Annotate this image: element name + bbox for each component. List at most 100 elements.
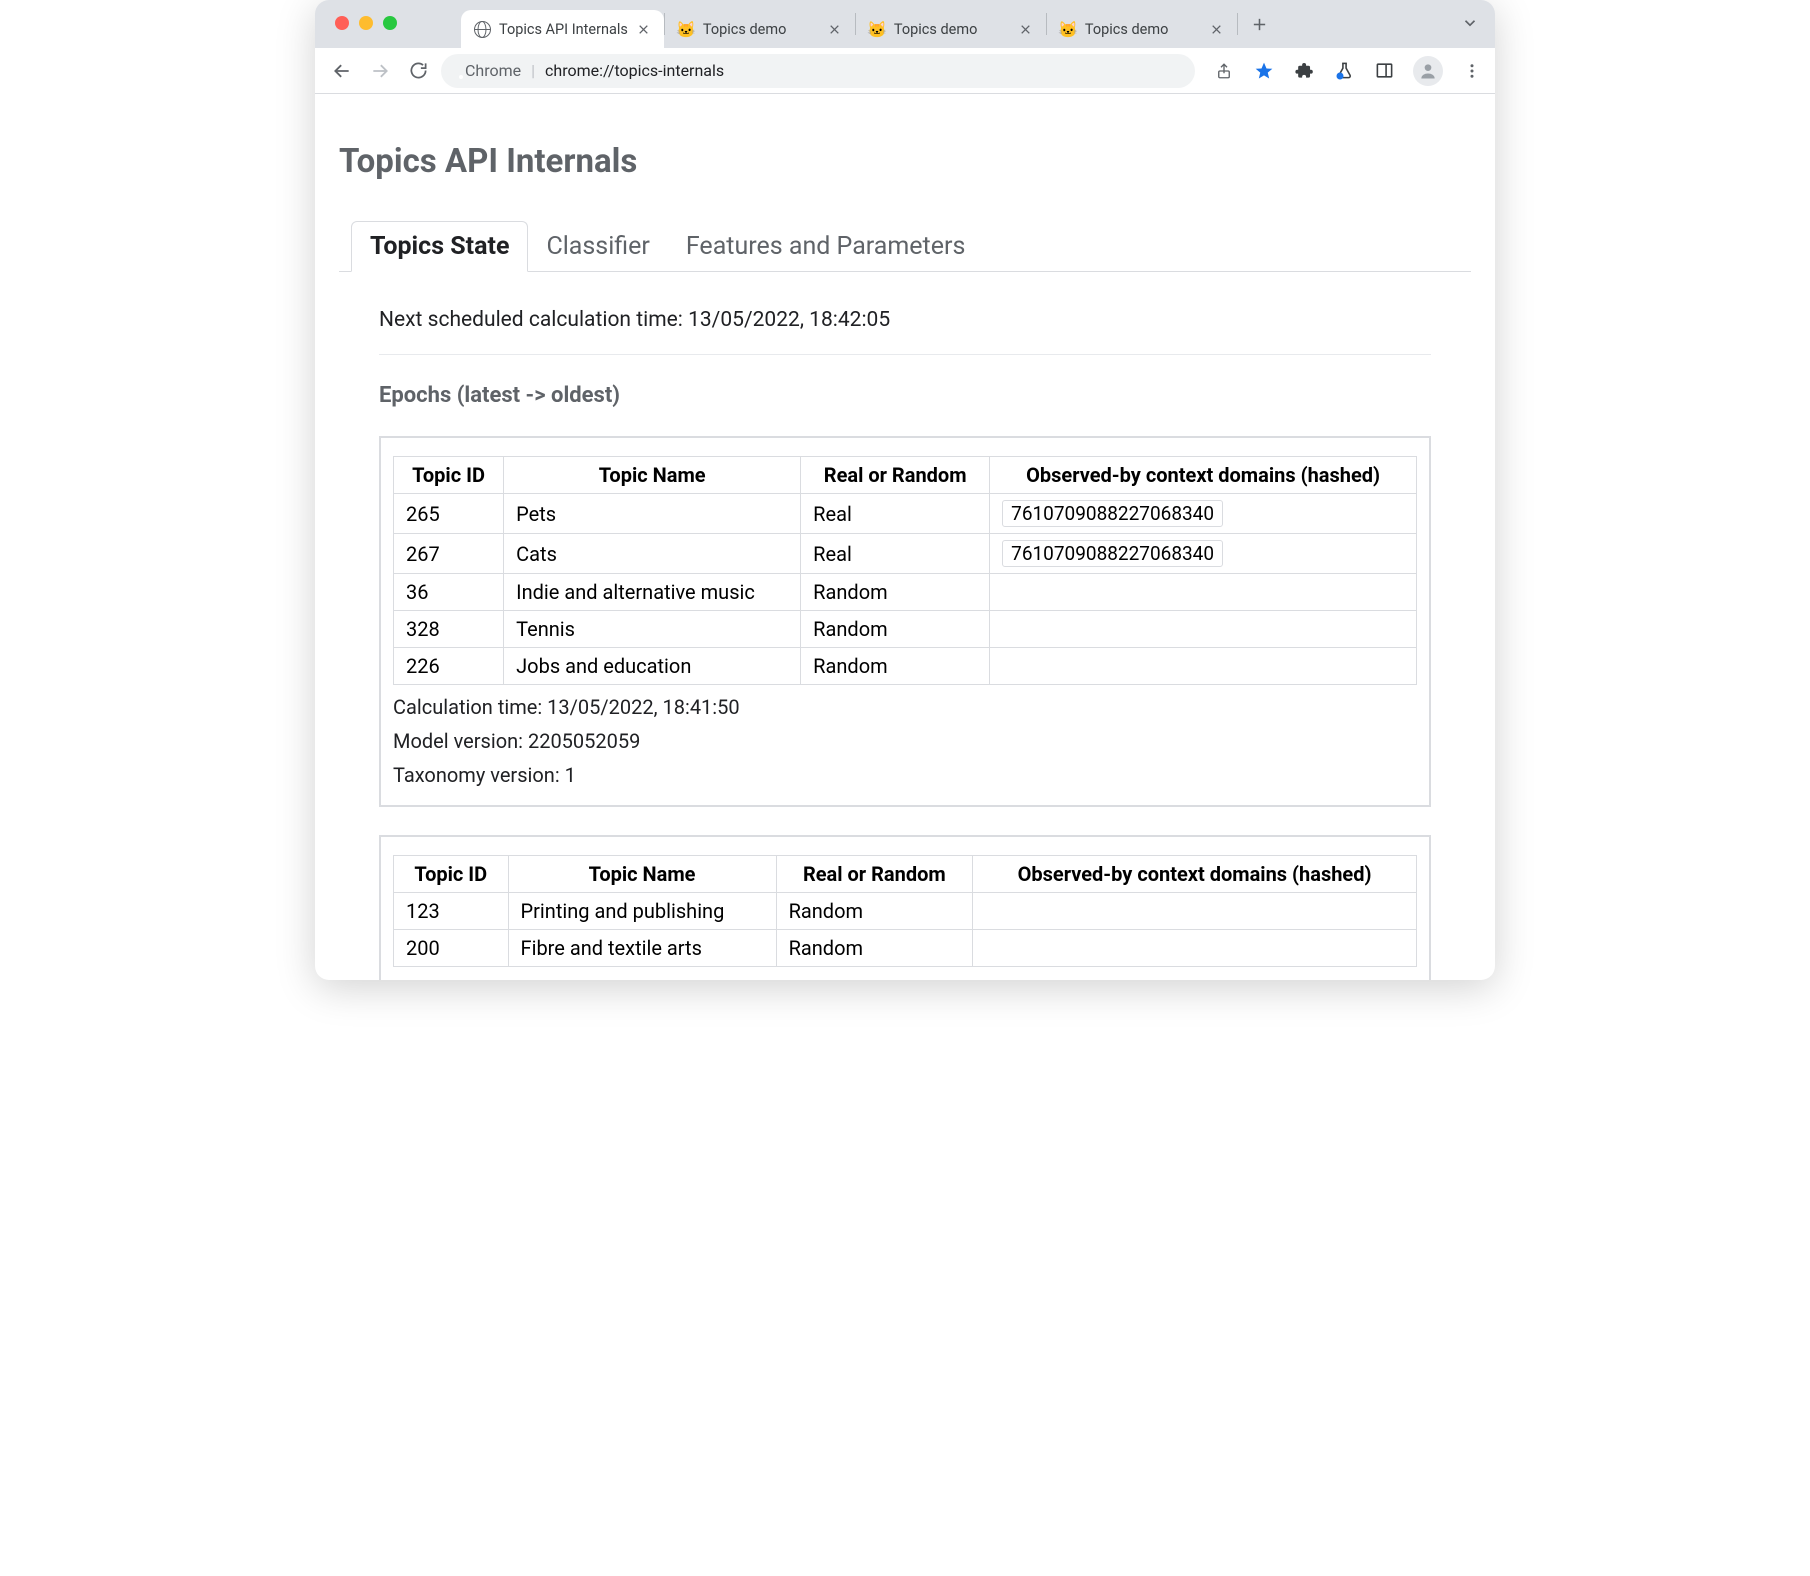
cell-topic-name: Jobs and education — [504, 648, 801, 685]
cell-topic-id: 267 — [394, 534, 504, 574]
bookmark-star-icon[interactable] — [1253, 60, 1275, 82]
cell-topic-name: Indie and alternative music — [504, 574, 801, 611]
page-tab-topics-state[interactable]: Topics State — [351, 221, 528, 272]
cell-topic-id: 328 — [394, 611, 504, 648]
cell-observed-domains — [990, 648, 1417, 685]
browser-tab[interactable]: 🐱Topics demo — [856, 10, 1046, 48]
window-controls — [335, 16, 397, 30]
table-row: 267CatsReal 7610709088227068340 — [394, 534, 1417, 574]
hash-chip: 7610709088227068340 — [1002, 540, 1223, 567]
table-row: 226Jobs and educationRandom — [394, 648, 1417, 685]
toolbar-actions — [1213, 56, 1483, 86]
table-row: 265PetsReal 7610709088227068340 — [394, 494, 1417, 534]
table-row: 328TennisRandom — [394, 611, 1417, 648]
close-tab-icon[interactable] — [1018, 21, 1034, 37]
minimize-window-button[interactable] — [359, 16, 373, 30]
kebab-menu-icon[interactable] — [1461, 60, 1483, 82]
sidepanel-icon[interactable] — [1373, 60, 1395, 82]
column-header: Topic ID — [394, 856, 509, 893]
page-tab-classifier[interactable]: Classifier — [528, 222, 667, 271]
epoch-box: Topic IDTopic NameReal or RandomObserved… — [379, 835, 1431, 980]
cell-topic-name: Tennis — [504, 611, 801, 648]
browser-tab[interactable]: Topics API Internals — [461, 10, 664, 48]
address-bar[interactable]: Chrome | chrome://topics-internals — [441, 54, 1195, 88]
tab-title: Topics API Internals — [499, 21, 628, 38]
close-tab-icon[interactable] — [636, 21, 652, 37]
calc-time: Calculation time: 13/05/2022, 18:41:50 — [393, 695, 1417, 719]
cell-observed-domains — [990, 611, 1417, 648]
page-title: Topics API Internals — [339, 142, 1471, 181]
extensions-icon[interactable] — [1293, 60, 1315, 82]
cell-observed-domains: 7610709088227068340 — [990, 494, 1417, 534]
omnibox-url: chrome://topics-internals — [545, 61, 724, 80]
cell-topic-id: 123 — [394, 893, 509, 930]
hash-chip: 7610709088227068340 — [1002, 500, 1223, 527]
omnibox-prefix: Chrome — [465, 61, 521, 80]
topics-table: Topic IDTopic NameReal or RandomObserved… — [393, 855, 1417, 967]
forward-button[interactable] — [365, 56, 395, 86]
cell-real-or-random: Random — [776, 893, 973, 930]
titlebar: Topics API Internals 🐱 Topics demo 🐱 Topics … — [315, 0, 1495, 48]
cell-real-or-random: Random — [801, 611, 990, 648]
toolbar: Chrome | chrome://topics-internals — [315, 48, 1495, 94]
tab-divider — [1237, 13, 1238, 35]
cell-observed-domains — [973, 893, 1417, 930]
page-content: Topics API Internals Topics StateClassif… — [315, 94, 1495, 980]
table-row: 123Printing and publishingRandom — [394, 893, 1417, 930]
back-button[interactable] — [327, 56, 357, 86]
close-tab-icon[interactable] — [827, 21, 843, 37]
browser-tab[interactable]: 🐱 Topics demo — [1047, 10, 1237, 48]
column-header: Real or Random — [776, 856, 973, 893]
column-header: Topic ID — [394, 457, 504, 494]
labs-icon[interactable] — [1333, 60, 1355, 82]
cell-real-or-random: Real — [801, 494, 990, 534]
fullscreen-window-button[interactable] — [383, 16, 397, 30]
column-header: Topic Name — [504, 457, 801, 494]
cell-real-or-random: Random — [776, 930, 973, 967]
model-version: Model version: 2205052059 — [393, 729, 1417, 753]
reload-button[interactable] — [403, 56, 433, 86]
cell-observed-domains: 7610709088227068340 — [990, 534, 1417, 574]
browser-window: Topics API Internals 🐱 Topics demo 🐱 Topics … — [315, 0, 1495, 980]
column-header: Topic Name — [508, 856, 776, 893]
column-header: Real or Random — [801, 457, 990, 494]
next-calc-time: Next scheduled calculation time: 13/05/2… — [379, 308, 1431, 332]
table-row: 200Fibre and textile artsRandom — [394, 930, 1417, 967]
cat-favicon-icon: 🐱 — [1059, 20, 1077, 38]
cell-topic-id: 36 — [394, 574, 504, 611]
cell-observed-domains — [990, 574, 1417, 611]
page-tabs: Topics StateClassifierFeatures and Param… — [339, 221, 1471, 272]
cell-real-or-random: Real — [801, 534, 990, 574]
cell-topic-name: Pets — [504, 494, 801, 534]
cell-topic-name: Cats — [504, 534, 801, 574]
cell-topic-id: 200 — [394, 930, 509, 967]
topics-state-panel: Next scheduled calculation time: 13/05/2… — [339, 272, 1471, 980]
taxonomy-version: Taxonomy version: 1 — [393, 763, 1417, 787]
browser-tab[interactable]: 🐱 Topics demo — [665, 10, 855, 48]
page-tab-features-and-parameters[interactable]: Features and Parameters — [668, 222, 984, 271]
cell-topic-name: Fibre and textile arts — [508, 930, 776, 967]
cell-topic-name: Printing and publishing — [508, 893, 776, 930]
close-window-button[interactable] — [335, 16, 349, 30]
tab-strip: Topics API Internals 🐱 Topics demo 🐱 Topics … — [461, 0, 1495, 48]
cat-favicon-icon: 🐱 — [677, 20, 695, 38]
share-icon[interactable] — [1213, 60, 1235, 82]
next-calc-value: 13/05/2022, 18:42:05 — [688, 308, 890, 332]
divider — [379, 354, 1431, 355]
epoch-box: Topic IDTopic NameReal or RandomObserved… — [379, 436, 1431, 807]
tab-title: Topics demo — [703, 21, 819, 38]
new-tab-button[interactable] — [1244, 8, 1276, 40]
tab-title: Topics demo — [1085, 21, 1201, 38]
tabs-overflow-button[interactable] — [1461, 14, 1479, 37]
globe-icon — [473, 20, 491, 38]
tab-title: Topics demo — [894, 21, 1010, 38]
epochs-heading: Epochs (latest -> oldest) — [379, 383, 1431, 408]
omnibox-separator: | — [531, 61, 535, 80]
column-header: Observed-by context domains (hashed) — [973, 856, 1417, 893]
table-row: 36Indie and alternative musicRandom — [394, 574, 1417, 611]
profile-avatar[interactable] — [1413, 56, 1443, 86]
close-tab-icon[interactable] — [1209, 21, 1225, 37]
cell-topic-id: 265 — [394, 494, 504, 534]
cell-real-or-random: Random — [801, 648, 990, 685]
column-header: Observed-by context domains (hashed) — [990, 457, 1417, 494]
